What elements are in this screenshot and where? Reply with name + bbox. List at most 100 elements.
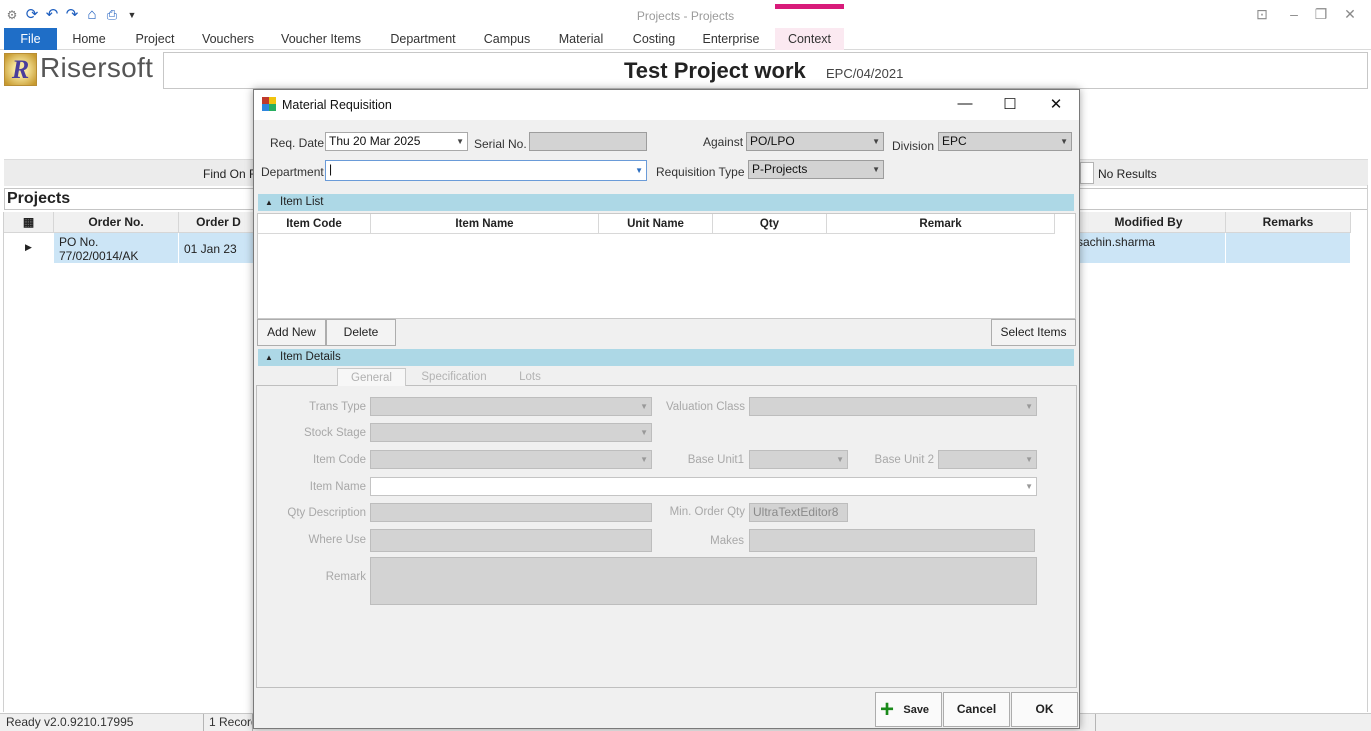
- row-selector-icon[interactable]: ▶: [4, 233, 54, 263]
- cell-order-date[interactable]: 01 Jan 23: [179, 233, 259, 263]
- makes-field[interactable]: [749, 529, 1035, 552]
- item-code-label: Item Code: [312, 454, 366, 466]
- base-unit1-label: Base Unit1: [687, 454, 744, 466]
- status-record-count: 1 Record: [205, 714, 253, 731]
- cell-remarks[interactable]: [1226, 233, 1351, 263]
- collapse-icon[interactable]: ▲: [265, 194, 273, 211]
- requisition-type-label: Requisition Type: [656, 165, 745, 179]
- restore-icon[interactable]: ❐: [1311, 6, 1331, 23]
- min-order-qty-field[interactable]: UltraTextEditor8: [749, 503, 848, 522]
- logo-text: Risersoft: [40, 52, 154, 83]
- where-use-field[interactable]: [370, 529, 652, 552]
- find-input-end[interactable]: [1080, 162, 1094, 184]
- min-order-qty-label: Min. Order Qty: [669, 506, 745, 518]
- cancel-button[interactable]: Cancel: [943, 692, 1010, 727]
- req-date-label: Req. Date: [270, 136, 325, 150]
- department-select[interactable]: | ▼: [325, 160, 647, 181]
- dialog-title: Material Requisition: [282, 98, 392, 112]
- base-unit2-select[interactable]: ▼: [938, 450, 1037, 469]
- chevron-down-icon: ▼: [1025, 455, 1033, 464]
- close-icon[interactable]: ✕: [1340, 6, 1360, 23]
- menu-file[interactable]: File: [4, 28, 57, 50]
- division-select[interactable]: EPC ▼: [938, 132, 1072, 151]
- grid-header-order-date[interactable]: Order D: [179, 212, 259, 233]
- add-new-button[interactable]: Add New: [257, 319, 326, 346]
- grid-header-remarks[interactable]: Remarks: [1226, 212, 1351, 233]
- item-list-header-remark[interactable]: Remark: [827, 214, 1055, 234]
- app-title: Projects - Projects: [636, 9, 735, 23]
- tab-specification[interactable]: Specification: [413, 368, 495, 386]
- chevron-down-icon: ▼: [640, 455, 648, 464]
- add-icon: +: [880, 695, 895, 723]
- serial-no-label: Serial No.: [474, 137, 527, 151]
- against-select[interactable]: PO/LPO ▼: [746, 132, 884, 151]
- no-results-label: No Results: [1098, 167, 1157, 181]
- dialog-maximize-icon[interactable]: ☐: [998, 95, 1022, 113]
- makes-label: Makes: [710, 535, 744, 547]
- dialog-minimize-icon[interactable]: —: [953, 95, 977, 112]
- dialog-app-icon: [262, 97, 276, 111]
- item-list-header-qty[interactable]: Qty: [713, 214, 827, 234]
- menu-costing[interactable]: Costing: [627, 28, 681, 50]
- select-items-button[interactable]: Select Items: [991, 319, 1076, 346]
- ok-button[interactable]: OK: [1011, 692, 1078, 727]
- valuation-class-select[interactable]: ▼: [749, 397, 1037, 416]
- dialog-close-icon[interactable]: ✕: [1044, 95, 1068, 113]
- tab-lots[interactable]: Lots: [506, 368, 554, 386]
- item-name-select[interactable]: ▼: [370, 477, 1037, 496]
- status-version: Ready v2.0.9210.17995: [2, 714, 204, 731]
- menu-voucher-items[interactable]: Voucher Items: [278, 28, 364, 50]
- item-list-band[interactable]: ▲ Item List: [258, 194, 1074, 211]
- grid-header-order-no[interactable]: Order No.: [54, 212, 179, 233]
- item-list-header-unit-name[interactable]: Unit Name: [599, 214, 713, 234]
- stock-stage-select[interactable]: ▼: [370, 423, 652, 442]
- valuation-class-label: Valuation Class: [665, 401, 745, 413]
- item-list-header-item-name[interactable]: Item Name: [371, 214, 599, 234]
- trans-type-select[interactable]: ▼: [370, 397, 652, 416]
- base-unit1-select[interactable]: ▼: [749, 450, 848, 469]
- requisition-type-select[interactable]: P-Projects ▼: [748, 160, 884, 179]
- chevron-down-icon: ▼: [635, 166, 643, 175]
- item-details-band[interactable]: ▲ Item Details: [258, 349, 1074, 366]
- minimize-icon[interactable]: –: [1284, 6, 1304, 22]
- ribbon-toggle-icon[interactable]: ⊡: [1252, 6, 1272, 23]
- menu-material[interactable]: Material: [554, 28, 608, 50]
- req-date-field[interactable]: Thu 20 Mar 2025 ▼: [325, 132, 468, 151]
- menu-department[interactable]: Department: [386, 28, 460, 50]
- cell-order-no: PO No. 77/02/0014/AK: [59, 235, 139, 263]
- chevron-down-icon: ▼: [1025, 482, 1033, 491]
- collapse-icon[interactable]: ▲: [265, 349, 273, 366]
- projects-title: Projects: [7, 190, 71, 207]
- menu-campus[interactable]: Campus: [479, 28, 535, 50]
- menu-project[interactable]: Project: [131, 28, 179, 50]
- delete-button[interactable]: Delete: [326, 319, 396, 346]
- menu-vouchers[interactable]: Vouchers: [198, 28, 258, 50]
- grid-border: [1367, 185, 1368, 712]
- division-label: Division: [892, 139, 935, 153]
- chevron-down-icon: ▼: [1060, 137, 1068, 146]
- menu-home[interactable]: Home: [66, 28, 112, 50]
- grid-header-modified-by[interactable]: Modified By: [1072, 212, 1226, 233]
- grid-column-chooser-icon[interactable]: ▦: [4, 212, 54, 233]
- logo-icon: R: [4, 53, 37, 86]
- menu-enterprise[interactable]: Enterprise: [699, 28, 763, 50]
- menu-bar: File Home Project Vouchers Voucher Items…: [0, 28, 1371, 50]
- item-name-label: Item Name: [309, 481, 366, 493]
- menu-context[interactable]: Context: [775, 28, 844, 50]
- item-list-header-item-code[interactable]: Item Code: [258, 214, 371, 234]
- save-button[interactable]: + Save: [875, 692, 942, 727]
- table-row[interactable]: PO No. 77/02/0014/AK: [54, 233, 179, 263]
- remark-label: Remark: [325, 571, 366, 583]
- item-code-select[interactable]: ▼: [370, 450, 652, 469]
- chevron-down-icon: ▼: [456, 137, 464, 146]
- base-unit2-label: Base Unit 2: [874, 454, 934, 466]
- serial-no-field[interactable]: [529, 132, 647, 151]
- grid-border: [3, 212, 4, 712]
- tab-general[interactable]: General: [337, 368, 406, 386]
- chevron-down-icon: ▼: [872, 137, 880, 146]
- cell-modified-by[interactable]: sachin.sharma: [1072, 233, 1226, 263]
- status-panel: [1080, 714, 1096, 731]
- against-label: Against: [703, 135, 744, 149]
- remark-field[interactable]: [370, 557, 1037, 605]
- qty-description-field[interactable]: [370, 503, 652, 522]
